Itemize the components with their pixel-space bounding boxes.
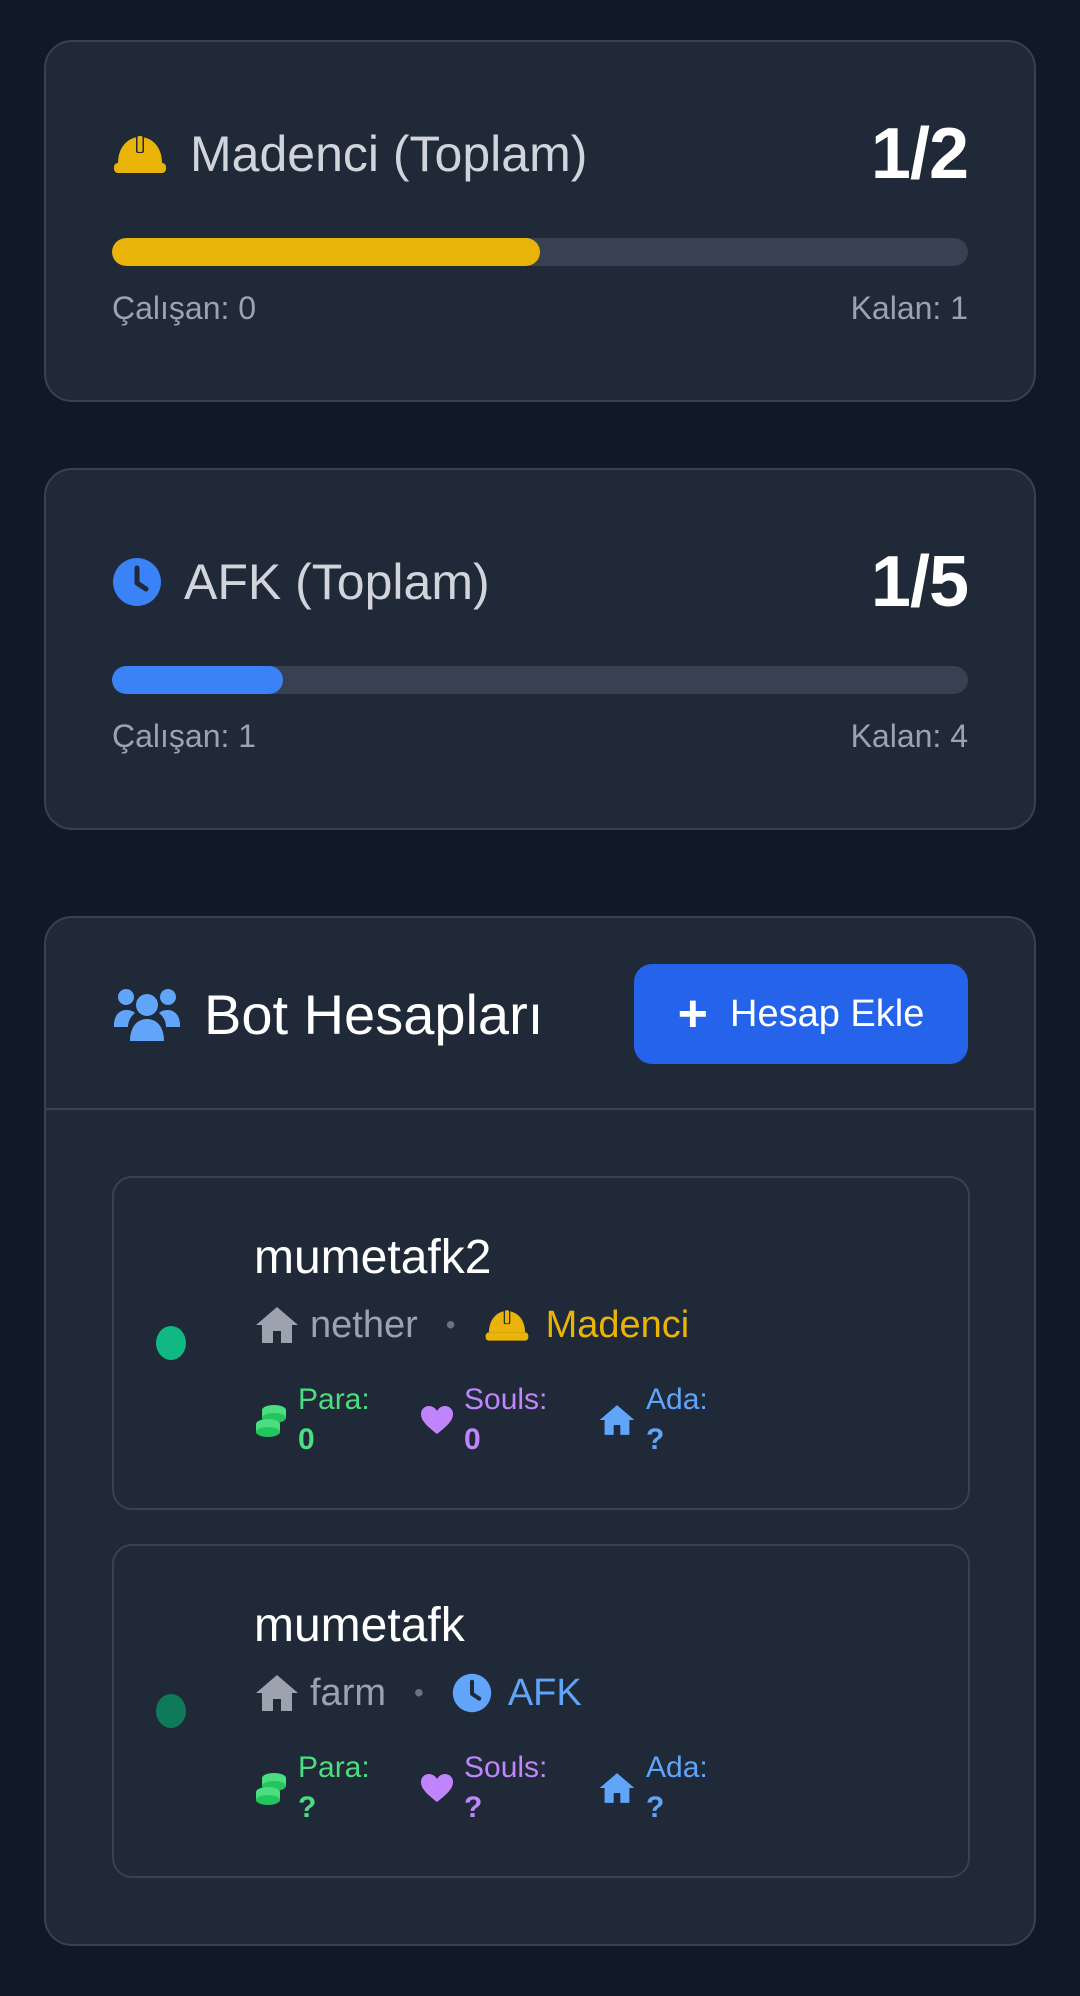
home-icon xyxy=(598,1403,636,1437)
separator-dot: • xyxy=(414,1677,424,1708)
souls-stat: Souls: 0 xyxy=(420,1380,598,1460)
para-stat: Para: 0 xyxy=(254,1380,420,1460)
ada-label: Ada: xyxy=(646,1383,708,1416)
stat-value: 1/2 xyxy=(870,114,969,194)
working-count: Çalışan: 1 xyxy=(112,718,257,754)
bot-accounts-panel: Bot Hesapları + Hesap Ekle mumetafk2 net… xyxy=(44,916,1036,1946)
para-value: ? xyxy=(298,1791,317,1824)
clock-icon xyxy=(452,1673,492,1713)
para-value: 0 xyxy=(298,1423,315,1456)
panel-title: Bot Hesapları xyxy=(204,982,544,1046)
bot-location: farm xyxy=(310,1671,386,1714)
progress-bar xyxy=(112,238,968,266)
progress-fill xyxy=(112,238,540,266)
add-account-button[interactable]: + Hesap Ekle xyxy=(634,964,968,1064)
souls-label: Souls: xyxy=(464,1751,548,1784)
bot-list-item[interactable]: mumetafk2 nether • Madenci Para: 0 Souls… xyxy=(112,1176,970,1510)
stat-title: Madenci (Toplam) xyxy=(190,126,588,182)
souls-value: ? xyxy=(464,1791,483,1824)
stat-title: AFK (Toplam) xyxy=(184,554,490,610)
status-indicator xyxy=(156,1694,186,1728)
para-stat: Para: ? xyxy=(254,1748,420,1828)
remaining-count: Kalan: 4 xyxy=(850,718,968,754)
plus-icon: + xyxy=(677,985,709,1043)
afk-stat-card: AFK (Toplam) 1/5 Çalışan: 1 Kalan: 4 xyxy=(44,468,1036,830)
home-icon xyxy=(254,1673,300,1713)
heart-icon xyxy=(420,1405,454,1435)
ada-value: ? xyxy=(646,1791,665,1824)
progress-bar xyxy=(112,666,968,694)
coins-icon xyxy=(254,1402,288,1438)
add-account-label: Hesap Ekle xyxy=(730,992,925,1035)
souls-label: Souls: xyxy=(464,1383,548,1416)
hard-hat-icon xyxy=(112,131,168,177)
bot-name: mumetafk xyxy=(254,1599,465,1652)
ada-value: ? xyxy=(646,1423,665,1456)
bot-location: nether xyxy=(310,1303,418,1346)
bot-role: AFK xyxy=(507,1671,582,1714)
home-icon xyxy=(254,1305,300,1345)
hard-hat-icon xyxy=(484,1306,530,1344)
miner-stat-card: Madenci (Toplam) 1/2 Çalışan: 0 Kalan: 1 xyxy=(44,40,1036,402)
bot-role: Madenci xyxy=(545,1303,690,1346)
bot-list-item[interactable]: mumetafk farm • AFK Para: ? Souls: ? Ada… xyxy=(112,1544,970,1878)
para-label: Para: xyxy=(298,1751,370,1784)
ada-stat: Ada: ? xyxy=(598,1748,708,1828)
ada-stat: Ada: ? xyxy=(598,1380,708,1460)
clock-icon xyxy=(112,557,162,607)
coins-icon xyxy=(254,1770,288,1806)
status-indicator xyxy=(156,1326,186,1360)
souls-value: 0 xyxy=(464,1423,481,1456)
bot-name: mumetafk2 xyxy=(254,1231,492,1284)
souls-stat: Souls: ? xyxy=(420,1748,598,1828)
home-icon xyxy=(598,1771,636,1805)
stat-value: 1/5 xyxy=(870,542,969,622)
ada-label: Ada: xyxy=(646,1751,708,1784)
separator-dot: • xyxy=(445,1309,456,1340)
progress-fill xyxy=(112,666,284,694)
users-icon xyxy=(112,985,182,1043)
working-count: Çalışan: 0 xyxy=(112,290,257,326)
heart-icon xyxy=(420,1773,454,1803)
para-label: Para: xyxy=(298,1383,370,1416)
remaining-count: Kalan: 1 xyxy=(850,290,968,326)
bot-accounts-header: Bot Hesapları + Hesap Ekle xyxy=(46,918,1034,1110)
